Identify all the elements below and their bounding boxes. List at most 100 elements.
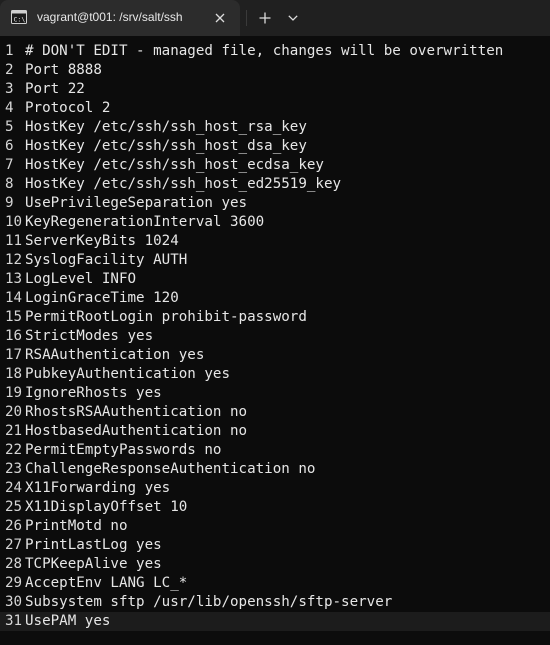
editor-line[interactable]: 25 X11DisplayOffset 10 [0, 498, 550, 517]
editor-line-current[interactable]: 31 UsePAM yes [0, 612, 550, 631]
line-number: 22 [5, 442, 23, 458]
line-number: 21 [5, 423, 23, 439]
line-number: 3 [5, 81, 14, 97]
line-text: Protocol 2 [25, 100, 111, 116]
close-tab-button[interactable] [210, 8, 230, 28]
editor-line[interactable]: 24 X11Forwarding yes [0, 479, 550, 498]
editor-line[interactable]: 12 SyslogFacility AUTH [0, 251, 550, 270]
line-number: 19 [5, 385, 23, 401]
line-text: Subsystem sftp /usr/lib/openssh/sftp-ser… [25, 594, 393, 610]
line-number: 12 [5, 252, 23, 268]
line-text: IgnoreRhosts yes [25, 385, 162, 401]
line-text: PrintMotd no [25, 518, 128, 534]
line-number: 28 [5, 556, 23, 572]
editor-line[interactable]: 5 HostKey /etc/ssh/ssh_host_rsa_key [0, 118, 550, 137]
editor-line[interactable]: 15 PermitRootLogin prohibit-password [0, 308, 550, 327]
line-number: 7 [5, 157, 14, 173]
line-number: 30 [5, 594, 23, 610]
line-number: 14 [5, 290, 23, 306]
line-number: 13 [5, 271, 23, 287]
new-tab-dropdown-button[interactable] [282, 7, 304, 29]
line-text: HostKey /etc/ssh/ssh_host_dsa_key [25, 138, 307, 154]
editor-line[interactable]: 17 RSAAuthentication yes [0, 346, 550, 365]
editor-line[interactable]: 3 Port 22 [0, 80, 550, 99]
editor-area[interactable]: 1 # DON'T EDIT - managed file, changes wi… [0, 36, 550, 645]
chevron-down-icon [288, 15, 298, 21]
line-text: HostbasedAuthentication no [25, 423, 248, 439]
tab-title: vagrant@t001: /srv/salt/ssh [37, 10, 183, 24]
editor-line[interactable]: 26 PrintMotd no [0, 517, 550, 536]
editor-line[interactable]: 30 Subsystem sftp /usr/lib/openssh/sftp-s… [0, 593, 550, 612]
editor-line[interactable]: 28 TCPKeepAlive yes [0, 555, 550, 574]
line-number: 16 [5, 328, 23, 344]
line-text: PubkeyAuthentication yes [25, 366, 230, 382]
line-text: HostKey /etc/ssh/ssh_host_ed25519_key [25, 176, 342, 192]
line-text: RSAAuthentication yes [25, 347, 205, 363]
line-number: 23 [5, 461, 23, 477]
new-tab-button[interactable] [254, 7, 276, 29]
line-text: LogLevel INFO [25, 271, 137, 287]
line-number: 11 [5, 233, 23, 249]
editor-line[interactable]: 4 Protocol 2 [0, 99, 550, 118]
editor-line[interactable]: 22 PermitEmptyPasswords no [0, 441, 550, 460]
editor-line[interactable]: 20 RhostsRSAAuthentication no [0, 403, 550, 422]
line-text: PermitRootLogin prohibit-password [25, 309, 307, 325]
line-number: 31 [5, 613, 23, 629]
editor-line[interactable]: 1 # DON'T EDIT - managed file, changes wi… [0, 42, 550, 61]
line-text: LoginGraceTime 120 [25, 290, 179, 306]
line-text: TCPKeepAlive yes [25, 556, 162, 572]
line-number: 18 [5, 366, 23, 382]
editor-line[interactable]: 19 IgnoreRhosts yes [0, 384, 550, 403]
tab-divider [246, 10, 247, 26]
editor-line[interactable]: 7 HostKey /etc/ssh/ssh_host_ecdsa_key [0, 156, 550, 175]
line-text: HostKey /etc/ssh/ssh_host_ecdsa_key [25, 157, 324, 173]
editor-line[interactable]: 8 HostKey /etc/ssh/ssh_host_ed25519_key [0, 175, 550, 194]
line-text: PrintLastLog yes [25, 537, 162, 553]
editor-line[interactable]: 2 Port 8888 [0, 61, 550, 80]
line-number: 17 [5, 347, 23, 363]
line-number: 24 [5, 480, 23, 496]
line-text: ChallengeResponseAuthentication no [25, 461, 316, 477]
line-number: 20 [5, 404, 23, 420]
editor-line[interactable]: 16 StrictModes yes [0, 327, 550, 346]
line-number: 15 [5, 309, 23, 325]
editor-line[interactable]: 21 HostbasedAuthentication no [0, 422, 550, 441]
line-number: 26 [5, 518, 23, 534]
line-number: 6 [5, 138, 14, 154]
terminal-icon: C:\ [11, 10, 27, 24]
line-text: KeyRegenerationInterval 3600 [25, 214, 265, 230]
line-number: 5 [5, 119, 14, 135]
line-text: AcceptEnv LANG LC_* [25, 575, 188, 591]
editor-line[interactable]: 27 PrintLastLog yes [0, 536, 550, 555]
editor-line[interactable]: 29 AcceptEnv LANG LC_* [0, 574, 550, 593]
editor-line[interactable]: 14 LoginGraceTime 120 [0, 289, 550, 308]
line-number: 2 [5, 62, 14, 78]
close-icon [215, 13, 225, 23]
line-number: 27 [5, 537, 23, 553]
terminal-window: C:\ vagrant@t001: /srv/salt/ssh 1 # DON'T… [0, 0, 550, 645]
line-text: X11Forwarding yes [25, 480, 171, 496]
line-number: 1 [5, 43, 14, 59]
line-number: 4 [5, 100, 14, 116]
editor-line[interactable]: 10 KeyRegenerationInterval 3600 [0, 213, 550, 232]
editor-line[interactable]: 6 HostKey /etc/ssh/ssh_host_dsa_key [0, 137, 550, 156]
editor-line[interactable]: 9 UsePrivilegeSeparation yes [0, 194, 550, 213]
line-number: 10 [5, 214, 23, 230]
svg-text:C:\: C:\ [14, 16, 26, 24]
tab-terminal[interactable]: C:\ vagrant@t001: /srv/salt/ssh [0, 0, 240, 36]
line-number: 8 [5, 176, 14, 192]
line-text: # DON'T EDIT - managed file, changes wil… [25, 43, 504, 59]
line-text: StrictModes yes [25, 328, 154, 344]
editor-line[interactable]: 11 ServerKeyBits 1024 [0, 232, 550, 251]
line-text: HostKey /etc/ssh/ssh_host_rsa_key [25, 119, 307, 135]
line-text: X11DisplayOffset 10 [25, 499, 188, 515]
line-text: Port 22 [25, 81, 85, 97]
line-text: Port 8888 [25, 62, 102, 78]
editor-line[interactable]: 18 PubkeyAuthentication yes [0, 365, 550, 384]
line-text: RhostsRSAAuthentication no [25, 404, 248, 420]
editor-line[interactable]: 23 ChallengeResponseAuthentication no [0, 460, 550, 479]
editor-line[interactable]: 13 LogLevel INFO [0, 270, 550, 289]
line-text: PermitEmptyPasswords no [25, 442, 222, 458]
line-number: 29 [5, 575, 23, 591]
line-number: 9 [5, 195, 14, 211]
